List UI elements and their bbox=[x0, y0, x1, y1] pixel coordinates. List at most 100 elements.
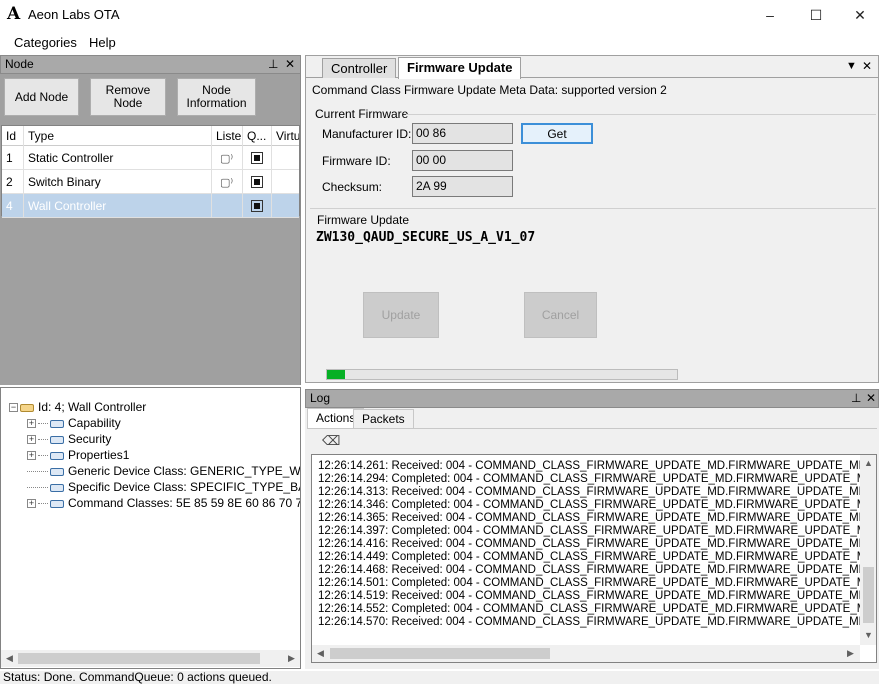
remove-node-button[interactable]: Remove Node bbox=[90, 78, 166, 116]
table-row[interactable]: 2 Switch Binary ▢⁾ bbox=[2, 170, 299, 194]
folder-icon bbox=[50, 483, 64, 492]
expand-icon[interactable]: + bbox=[27, 435, 36, 445]
folder-icon bbox=[50, 499, 64, 508]
expand-icon[interactable]: + bbox=[27, 451, 36, 461]
log-line: 12:26:14.313: Received: 004 - COMMAND_CL… bbox=[318, 486, 877, 498]
title-bar: A Aeon Labs OTA – ☐ ✕ bbox=[0, 0, 879, 30]
log-horizontal-scrollbar[interactable]: ◀ ▶ bbox=[312, 645, 860, 662]
menu-help[interactable]: Help bbox=[89, 35, 116, 50]
row-id: 4 bbox=[2, 194, 24, 218]
node-panel-header: Node ⊥ ✕ bbox=[0, 55, 301, 74]
scroll-up-icon[interactable]: ▲ bbox=[860, 455, 876, 472]
row-id: 1 bbox=[2, 146, 24, 170]
row-type: Static Controller bbox=[24, 146, 212, 170]
manufacturer-id-field[interactable]: 00 86 bbox=[412, 123, 513, 144]
node-properties-tree: − Id: 4; Wall Controller + Capability + Sec… bbox=[0, 387, 301, 669]
cancel-button[interactable]: Cancel bbox=[524, 292, 597, 338]
tab-firmware-update[interactable]: Firmware Update bbox=[398, 57, 522, 79]
menu-bar: Categories Help bbox=[0, 31, 879, 53]
row-id: 2 bbox=[2, 170, 24, 194]
pin-icon[interactable]: ⊥ bbox=[268, 56, 278, 73]
log-line: 12:26:14.397: Completed: 004 - COMMAND_C… bbox=[318, 525, 877, 537]
firmware-panel: Controller Firmware Update ▼ ✕ Command C… bbox=[305, 55, 879, 383]
folder-icon bbox=[50, 451, 64, 460]
queue-checkbox[interactable] bbox=[243, 170, 272, 194]
node-panel-title: Node bbox=[5, 57, 34, 71]
row-type: Switch Binary bbox=[24, 170, 212, 194]
get-button[interactable]: Get bbox=[521, 123, 593, 144]
column-header-listening[interactable]: Liste bbox=[212, 126, 243, 146]
table-header: Id Type Liste Q... Virtu bbox=[2, 126, 299, 146]
scroll-thumb[interactable] bbox=[18, 653, 260, 664]
close-button[interactable]: ✕ bbox=[837, 0, 879, 30]
tree-item[interactable]: + Properties1 bbox=[27, 447, 129, 463]
log-line: 12:26:14.570: Received: 004 - COMMAND_CL… bbox=[318, 616, 877, 628]
tab-dropdown-icon[interactable]: ▼ bbox=[846, 60, 857, 72]
firmware-file-name: ZW130_QAUD_SECURE_US_A_V1_07 bbox=[316, 230, 536, 245]
queue-checkbox[interactable] bbox=[243, 146, 272, 170]
firmware-id-field[interactable]: 00 00 bbox=[412, 150, 513, 171]
group-divider bbox=[406, 114, 876, 115]
tree-root[interactable]: − Id: 4; Wall Controller bbox=[9, 399, 146, 415]
progress-fill bbox=[327, 370, 345, 379]
panel-close-icon[interactable]: ✕ bbox=[285, 56, 295, 73]
window-title: Aeon Labs OTA bbox=[28, 7, 120, 22]
panel-close-icon[interactable]: ✕ bbox=[866, 390, 876, 407]
scroll-left-icon[interactable]: ◀ bbox=[312, 645, 329, 662]
column-header-virtual[interactable]: Virtu bbox=[272, 126, 299, 146]
expand-icon[interactable]: + bbox=[27, 499, 36, 509]
table-row-selected[interactable]: 4 Wall Controller bbox=[2, 194, 299, 218]
minimize-button[interactable]: – bbox=[747, 0, 793, 30]
log-line: 12:26:14.294: Completed: 004 - COMMAND_C… bbox=[318, 473, 877, 485]
column-header-type[interactable]: Type bbox=[24, 126, 212, 146]
eraser-icon[interactable]: ⌫ bbox=[322, 433, 340, 449]
tree-item[interactable]: Generic Device Class: GENERIC_TYPE_WALL_… bbox=[27, 463, 300, 479]
log-list[interactable]: 12:26:14.261: Received: 004 - COMMAND_CL… bbox=[311, 454, 877, 663]
tree-item[interactable]: + Security bbox=[27, 431, 111, 447]
tree-item[interactable]: + Command Classes: 5E 85 59 8E 60 86 70 7… bbox=[27, 495, 300, 511]
tree-item[interactable]: Specific Device Class: SPECIFIC_TYPE_BAS… bbox=[27, 479, 300, 495]
queue-checkbox[interactable] bbox=[243, 194, 272, 218]
expand-icon[interactable]: + bbox=[27, 419, 36, 429]
maximize-button[interactable]: ☐ bbox=[793, 0, 839, 30]
app-logo-icon: A bbox=[7, 4, 21, 24]
tab-close-icon[interactable]: ✕ bbox=[862, 59, 872, 73]
virtual-cell bbox=[272, 146, 299, 170]
node-information-button[interactable]: Node Information bbox=[177, 78, 256, 116]
collapse-icon[interactable]: − bbox=[9, 403, 18, 413]
tab-packets[interactable]: Packets bbox=[353, 409, 414, 429]
scroll-thumb[interactable] bbox=[863, 567, 874, 623]
meta-data-label: Command Class Firmware Update Meta Data:… bbox=[312, 83, 667, 97]
progress-bar bbox=[326, 369, 678, 380]
listening-cell bbox=[212, 194, 243, 218]
pin-icon[interactable]: ⊥ bbox=[851, 390, 861, 407]
manufacturer-id-label: Manufacturer ID: bbox=[322, 127, 412, 141]
scroll-down-icon[interactable]: ▼ bbox=[860, 627, 876, 644]
tree-item[interactable]: + Capability bbox=[27, 415, 121, 431]
scroll-right-icon[interactable]: ▶ bbox=[842, 645, 859, 662]
tree-horizontal-scrollbar[interactable]: ◀ ▶ bbox=[1, 650, 300, 667]
scroll-right-icon[interactable]: ▶ bbox=[283, 650, 300, 667]
checksum-field[interactable]: 2A 99 bbox=[412, 176, 513, 197]
log-vertical-scrollbar[interactable]: ▲ ▼ bbox=[860, 455, 876, 645]
log-line: 12:26:14.552: Completed: 004 - COMMAND_C… bbox=[318, 603, 877, 615]
folder-icon bbox=[50, 435, 64, 444]
column-header-queue[interactable]: Q... bbox=[243, 126, 272, 146]
tab-controller[interactable]: Controller bbox=[322, 58, 397, 78]
update-button[interactable]: Update bbox=[363, 292, 439, 338]
log-line: 12:26:14.346: Completed: 004 - COMMAND_C… bbox=[318, 499, 877, 511]
node-table: Id Type Liste Q... Virtu 1 Static Contro… bbox=[1, 125, 300, 218]
scroll-thumb[interactable] bbox=[330, 648, 550, 659]
add-node-button[interactable]: Add Node bbox=[4, 78, 79, 116]
log-panel-title: Log bbox=[310, 391, 331, 405]
table-row[interactable]: 1 Static Controller ▢⁾ bbox=[2, 146, 299, 170]
firmware-update-group-label: Firmware Update bbox=[317, 213, 410, 227]
current-firmware-group-label: Current Firmware bbox=[315, 107, 409, 121]
log-panel-header: Log ⊥ ✕ bbox=[305, 389, 879, 408]
menu-categories[interactable]: Categories bbox=[14, 35, 77, 50]
column-header-id[interactable]: Id bbox=[2, 126, 24, 146]
log-line: 12:26:14.519: Received: 004 - COMMAND_CL… bbox=[318, 590, 877, 602]
log-line: 12:26:14.365: Received: 004 - COMMAND_CL… bbox=[318, 512, 877, 524]
scroll-left-icon[interactable]: ◀ bbox=[1, 650, 18, 667]
listening-plug-icon: ▢⁾ bbox=[212, 170, 243, 194]
